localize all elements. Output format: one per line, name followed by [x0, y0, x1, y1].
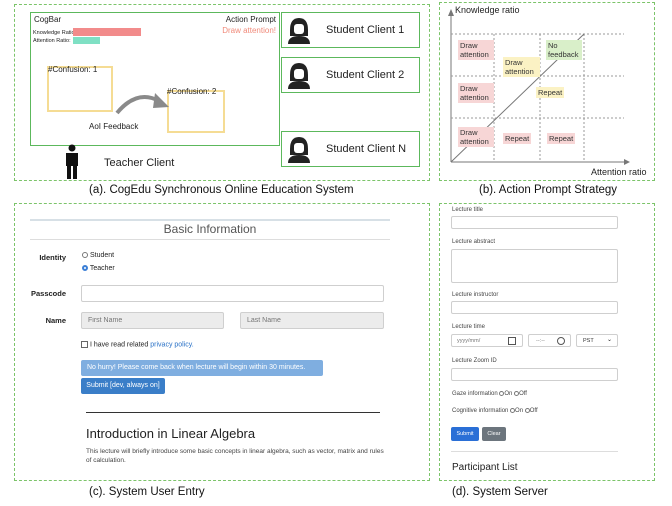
gaze-row: Gaze information On Off: [452, 391, 527, 397]
strategy-cell: Repeat: [547, 133, 576, 144]
strategy-cell: No feedback: [546, 40, 582, 60]
strategy-cell: Draw attention: [458, 127, 494, 147]
lecture-title-label: Lecture title: [452, 207, 484, 213]
identity-teacher-option[interactable]: Teacher: [82, 265, 115, 272]
confusion-label-1: #Confusion: 1: [48, 65, 98, 74]
cognitive-on-label: On: [515, 408, 524, 415]
header-underline: [30, 239, 390, 240]
caption-d: (d). System Server: [452, 486, 548, 498]
knowledge-ratio-bar: [73, 28, 141, 36]
attention-ratio-label: Attention Ratio:: [33, 38, 71, 44]
last-name-input[interactable]: [240, 312, 384, 329]
teacher-icon: [66, 144, 78, 179]
lecture-description: This lecture will briefly introduce some…: [86, 448, 384, 464]
lecture-abstract-textarea[interactable]: [451, 249, 618, 283]
zoom-id-input[interactable]: [451, 368, 618, 381]
strategy-cell: Draw attention: [458, 40, 494, 60]
student-client-n: Student Client N: [281, 131, 420, 167]
lecture-instructor-input[interactable]: [451, 301, 618, 314]
lecture-title: Introduction in Linear Algebra: [86, 426, 256, 441]
cogbar-title: CogBar: [34, 15, 62, 24]
identity-teacher-label: Teacher: [89, 265, 115, 272]
timezone-select[interactable]: PST ⌄: [576, 334, 618, 347]
strategy-cell: Draw attention: [458, 83, 494, 103]
passcode-input[interactable]: [81, 285, 384, 302]
time-input[interactable]: --:--: [528, 334, 571, 347]
teacher-client-label: Teacher Client: [104, 157, 175, 169]
passcode-label: Passcode: [30, 289, 66, 298]
checkbox-icon[interactable]: [81, 341, 88, 348]
section-divider: [86, 412, 380, 413]
strategy-cell: Repeat: [503, 133, 532, 144]
server-divider: [451, 451, 618, 452]
timezone-value: PST: [583, 338, 594, 344]
name-label: Name: [45, 316, 66, 325]
privacy-policy-link[interactable]: privacy policy.: [150, 341, 193, 348]
gaze-label: Gaze information: [452, 391, 498, 398]
lecture-instructor-label: Lecture instructor: [452, 292, 499, 298]
student-icon: [288, 63, 310, 89]
identity-student-label: Student: [89, 252, 115, 259]
caption-c: (c). System User Entry: [89, 486, 205, 498]
calendar-icon[interactable]: [508, 337, 516, 345]
checkbox-text: I have read related: [89, 341, 149, 349]
lecture-abstract-label: Lecture abstract: [452, 239, 496, 245]
student-client-2: Student Client 2: [281, 57, 420, 93]
identity-student-option[interactable]: Student: [82, 252, 114, 259]
cognitive-label: Cognitive information: [452, 408, 509, 415]
action-prompt-text: Draw attention!: [222, 26, 276, 35]
student-client-label: Student Client 2: [326, 69, 405, 81]
gaze-on-label: On: [504, 391, 513, 398]
caption-a: (a). CogEdu Synchronous Online Education…: [89, 184, 354, 196]
student-client-1: Student Client 1: [281, 12, 420, 48]
student-icon: [288, 137, 310, 163]
lecture-title-input[interactable]: [451, 216, 618, 229]
confusion-box-2: [167, 90, 225, 133]
gaze-off-label: Off: [519, 391, 527, 398]
caption-b: (b). Action Prompt Strategy: [479, 184, 618, 196]
cognitive-row: Cognitive information On Off: [452, 408, 538, 414]
clear-button[interactable]: Clear: [482, 427, 506, 441]
chevron-down-icon: ⌄: [606, 337, 612, 343]
lecture-notice: No hurry! Please come back when lecture …: [81, 360, 323, 376]
aoi-arrow-icon: [115, 93, 169, 115]
student-client-label: Student Client 1: [326, 24, 405, 36]
teacher-screen: CogBar Knowledge Ratio: Attention Ratio:…: [30, 12, 280, 146]
time-placeholder: --:--: [536, 338, 545, 344]
participant-list-title: Participant List: [452, 462, 518, 473]
clock-icon[interactable]: [557, 337, 565, 345]
student-client-label: Student Client N: [326, 143, 407, 155]
y-axis-label: Knowledge ratio: [455, 5, 520, 15]
policy-checkbox-row[interactable]: I have read related privacy policy.: [81, 341, 194, 348]
aoi-feedback-label: AoI Feedback: [89, 122, 139, 131]
action-prompt-title: Action Prompt: [225, 15, 276, 24]
strategy-cell: Draw attention: [503, 57, 540, 77]
x-axis-label: Attention ratio: [591, 167, 647, 177]
date-placeholder: yyyy/mm/: [457, 338, 481, 344]
student-icon: [288, 18, 310, 44]
radio-icon[interactable]: [82, 252, 88, 259]
first-name-input[interactable]: [81, 312, 224, 329]
strategy-cell: Repeat: [536, 87, 565, 98]
cognitive-off-label: Off: [529, 408, 538, 415]
radio-selected-icon[interactable]: [82, 265, 88, 272]
attention-ratio-bar: [73, 37, 100, 44]
zoom-id-label: Lecture Zoom ID: [452, 358, 497, 364]
header-divider: [30, 219, 390, 221]
server-submit-button[interactable]: Submit: [451, 427, 479, 441]
identity-label: Identity: [39, 253, 66, 262]
submit-button[interactable]: Submit [dev, always on]: [81, 378, 165, 394]
knowledge-ratio-label: Knowledge Ratio:: [33, 30, 77, 36]
date-input[interactable]: yyyy/mm/: [451, 334, 523, 347]
section-header: Basic Information: [163, 222, 257, 236]
lecture-time-label: Lecture time: [452, 324, 486, 330]
